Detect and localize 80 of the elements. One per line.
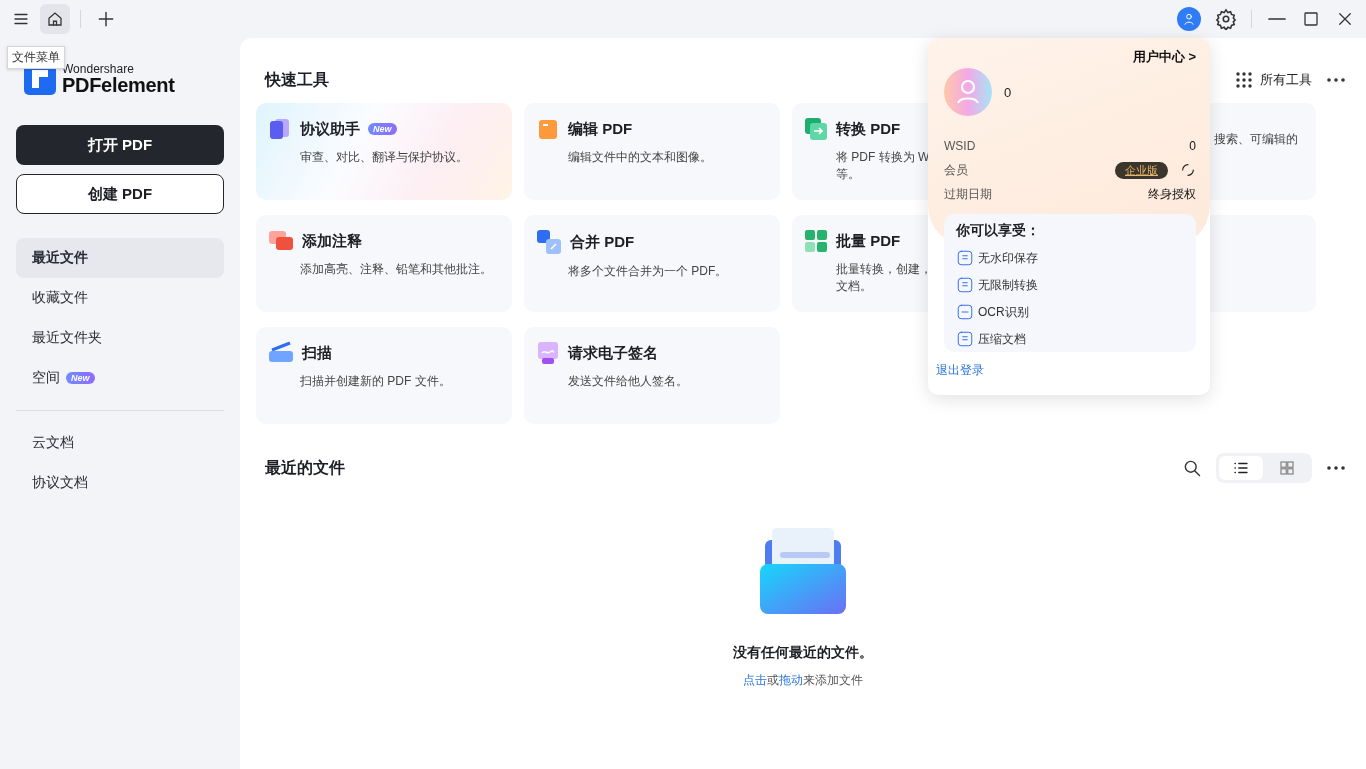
- tool-description: 批量转换，创建，: [836, 261, 932, 278]
- more-icon: [1327, 78, 1345, 82]
- empty-title: 没有任何最近的文件。: [733, 644, 873, 662]
- grid-dots-icon: [1236, 72, 1252, 88]
- membership-badge: 企业版: [1115, 161, 1168, 179]
- benefits-title: 你可以享受：: [956, 222, 1041, 240]
- all-tools-button[interactable]: 所有工具: [1236, 71, 1312, 89]
- brand-name: Wondershare: [62, 63, 135, 75]
- tool-card[interactable]: 添加注释 添加高亮、注释、铅笔和其他批注。: [256, 215, 512, 312]
- tool-description: 等。: [836, 166, 860, 183]
- tool-title: 合并 PDF: [570, 232, 635, 252]
- document-icon: [536, 117, 560, 141]
- tool-title: 转换 PDF: [836, 119, 901, 139]
- tool-title: 协议助手: [300, 119, 360, 139]
- plus-icon: [96, 9, 116, 29]
- signature-icon: [536, 341, 560, 365]
- maximize-icon: [1301, 10, 1321, 28]
- nav-item[interactable]: 最近文件夹: [16, 318, 224, 358]
- tool-title: 添加注释: [302, 231, 362, 251]
- tool-description: 搜索、可编辑的: [1214, 131, 1298, 148]
- info-value: 终身授权: [1148, 185, 1196, 203]
- product-name: PDFelement: [62, 75, 175, 95]
- tool-description: 编辑文件中的文本和图像。: [568, 149, 712, 166]
- merge-icon: [536, 229, 562, 255]
- comment-icon: [268, 229, 294, 253]
- minimize-icon: [1268, 17, 1286, 21]
- logout-link[interactable]: 退出登录: [936, 362, 1210, 379]
- tool-description: 扫描并创建新的 PDF 文件。: [300, 373, 451, 390]
- benefit-label: 压缩文档: [978, 330, 1026, 348]
- open-pdf-button[interactable]: 打开 PDF: [16, 125, 224, 165]
- tool-title: 请求电子签名: [568, 343, 658, 363]
- refresh-icon: [1180, 162, 1196, 178]
- grid-tiles-icon: [804, 229, 828, 253]
- scanner-icon: [268, 341, 294, 365]
- section-title: 最近的文件: [265, 457, 346, 478]
- tool-title: 批量 PDF: [836, 231, 901, 251]
- info-label: 会员: [944, 161, 968, 179]
- tool-title: 扫描: [302, 343, 332, 363]
- section-title: 快速工具: [265, 69, 330, 90]
- tool-description: 审查、对比、翻译与保护协议。: [300, 149, 468, 166]
- nav-item-background[interactable]: 空间 New: [16, 358, 224, 398]
- nav-item[interactable]: 云文档: [16, 423, 224, 463]
- click-link[interactable]: 点击: [743, 673, 767, 687]
- home-icon: [46, 10, 64, 28]
- nav-item[interactable]: 收藏文件: [16, 278, 224, 318]
- list-view-button[interactable]: [1219, 456, 1263, 480]
- tool-card[interactable]: 协议助手 New 审查、对比、翻译与保护协议。: [256, 103, 512, 200]
- account-button[interactable]: [1177, 7, 1201, 31]
- benefit-label: 无水印保存: [978, 249, 1038, 267]
- user-name: 0: [1004, 84, 1012, 100]
- empty-hint: 点击或拖动来添加文件: [743, 672, 863, 689]
- new-badge: New: [368, 123, 397, 135]
- nav-item[interactable]: 协议文档: [16, 463, 224, 503]
- home-button[interactable]: [40, 4, 70, 34]
- tool-title: 编辑 PDF: [568, 119, 633, 139]
- user-center-link[interactable]: 用户中心 >: [1132, 48, 1196, 66]
- grid-icon: [1278, 459, 1296, 477]
- tool-description: 添加高亮、注释、铅笔和其他批注。: [300, 261, 492, 278]
- avatar-icon: [944, 68, 992, 116]
- info-value: 0: [1189, 139, 1196, 153]
- info-label: 过期日期: [944, 185, 992, 203]
- new-badge: New: [66, 372, 95, 384]
- document-stack-icon: [268, 117, 292, 141]
- create-pdf-button[interactable]: 创建 PDF: [16, 174, 224, 214]
- tool-card[interactable]: 请求电子签名 发送文件给他人签名。: [524, 327, 780, 424]
- settings-icon: [1215, 8, 1237, 30]
- info-label: WSID: [944, 139, 976, 153]
- search-icon: [1182, 458, 1202, 478]
- more-icon: [1327, 466, 1345, 470]
- nav-item[interactable]: 空间: [32, 369, 60, 387]
- benefit-label: 无限制转换: [978, 276, 1038, 294]
- tool-description: 发送文件给他人签名。: [568, 373, 688, 390]
- user-icon: [1182, 12, 1196, 26]
- nav-item[interactable]: 最近文件: [16, 238, 224, 278]
- tool-card[interactable]: 扫描 扫描并创建新的 PDF 文件。: [256, 327, 512, 424]
- tool-card[interactable]: 合并 PDF 将多个文件合并为一个 PDF。: [524, 215, 780, 312]
- tool-description: 文档。: [836, 278, 872, 295]
- tool-card[interactable]: 编辑 PDF 编辑文件中的文本和图像。: [524, 103, 780, 200]
- drag-link[interactable]: 拖动: [779, 673, 803, 687]
- tool-description: 将多个文件合并为一个 PDF。: [568, 263, 728, 280]
